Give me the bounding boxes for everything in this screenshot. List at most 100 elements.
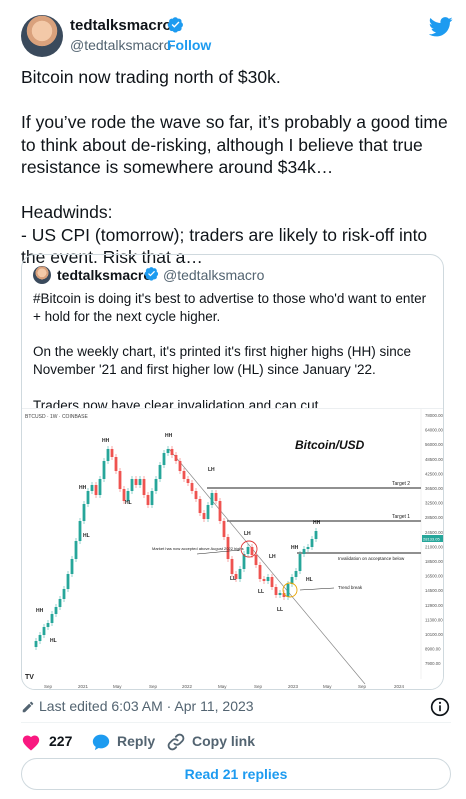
candle bbox=[250, 547, 254, 555]
quote-text: #Bitcoin is doing it's best to advertise… bbox=[33, 291, 427, 413]
pencil-icon bbox=[22, 701, 34, 713]
svg-text:HL: HL bbox=[50, 638, 57, 644]
chart-image[interactable]: BTCUSD · 1W · COINBASE Bitcoin/USD 78000… bbox=[22, 408, 444, 689]
twitter-bird-icon[interactable] bbox=[429, 17, 453, 37]
x-axis-ticks: Sep 2021 May Sep 2022 May Sep 2023 May Sep 2024 bbox=[44, 684, 405, 689]
reply-icon[interactable] bbox=[91, 733, 111, 751]
candle bbox=[286, 584, 290, 597]
candle bbox=[42, 627, 46, 635]
candle bbox=[82, 504, 86, 521]
candle bbox=[246, 547, 250, 554]
candle bbox=[182, 471, 186, 479]
divider bbox=[21, 722, 451, 723]
x-tick-label: 2021 bbox=[78, 684, 89, 689]
candle bbox=[38, 635, 42, 641]
x-tick-label: 2022 bbox=[182, 684, 193, 689]
candle bbox=[130, 479, 134, 491]
svg-text:HL: HL bbox=[306, 577, 313, 583]
like-count[interactable]: 227 bbox=[49, 733, 72, 749]
candle bbox=[194, 491, 198, 499]
candle bbox=[266, 577, 270, 581]
y-tick-label: 78000.00 bbox=[425, 413, 444, 418]
candle bbox=[110, 449, 114, 457]
candle bbox=[158, 465, 162, 479]
y-tick-label: 56000.00 bbox=[425, 442, 444, 447]
target-1-label: Target 1 bbox=[392, 514, 410, 520]
x-tick-label: May bbox=[323, 684, 332, 689]
candle bbox=[54, 607, 58, 614]
x-tick-label: Sep bbox=[254, 684, 263, 689]
reply-button[interactable]: Reply bbox=[117, 733, 155, 749]
copy-link-button[interactable]: Copy link bbox=[192, 733, 255, 749]
y-tick-label: 36500.00 bbox=[425, 486, 444, 491]
candle bbox=[218, 501, 222, 521]
candle bbox=[166, 449, 170, 453]
y-tick-label: 24500.00 bbox=[425, 530, 444, 535]
candle bbox=[258, 565, 262, 579]
x-tick-label: May bbox=[218, 684, 227, 689]
invalidation-label: Invalidation on acceptance below bbox=[338, 556, 405, 561]
y-tick-label: 21000.00 bbox=[425, 544, 444, 549]
svg-text:LH: LH bbox=[244, 531, 251, 537]
author-avatar[interactable] bbox=[21, 15, 63, 57]
tweet-text: Bitcoin now trading north of $30k. If yo… bbox=[21, 67, 448, 267]
follow-button[interactable]: Follow bbox=[167, 37, 211, 53]
candle bbox=[222, 521, 226, 537]
svg-text:LL: LL bbox=[258, 589, 264, 595]
price-tag-label: 28133.05 bbox=[423, 537, 440, 542]
quote-avatar bbox=[33, 266, 51, 284]
candle bbox=[154, 479, 158, 491]
svg-text:HH: HH bbox=[291, 545, 299, 551]
candle bbox=[170, 449, 174, 455]
y-tick-label: 64000.00 bbox=[425, 428, 444, 433]
candle bbox=[46, 623, 50, 627]
candle bbox=[270, 577, 274, 587]
candle bbox=[138, 479, 142, 485]
edited-timestamp[interactable]: Last edited 6:03 AM · Apr 11, 2023 bbox=[39, 698, 254, 714]
candle bbox=[78, 521, 82, 541]
candle bbox=[146, 495, 150, 505]
candle bbox=[142, 479, 146, 495]
svg-text:LL: LL bbox=[277, 607, 283, 613]
candle bbox=[198, 499, 202, 513]
trend-break-label: Trend break bbox=[338, 585, 363, 590]
candle bbox=[210, 493, 214, 505]
x-tick-label: 2023 bbox=[288, 684, 299, 689]
link-icon[interactable] bbox=[166, 732, 186, 752]
candle bbox=[262, 579, 266, 581]
svg-text:HH: HH bbox=[313, 520, 321, 526]
candle bbox=[98, 479, 102, 495]
candle bbox=[294, 571, 298, 577]
y-tick-label: 10100.00 bbox=[425, 632, 444, 637]
read-replies-button[interactable]: Read 21 replies bbox=[21, 758, 451, 790]
svg-text:HL: HL bbox=[83, 533, 90, 539]
x-tick-label: Sep bbox=[358, 684, 367, 689]
heart-icon[interactable] bbox=[21, 733, 41, 751]
separator-dot: · bbox=[157, 37, 162, 53]
y-tick-label: 7900.00 bbox=[425, 661, 441, 666]
candle bbox=[186, 479, 190, 483]
candle bbox=[238, 569, 242, 579]
trend-break-circle bbox=[282, 582, 298, 598]
candle bbox=[118, 471, 122, 489]
tradingview-logo: TV bbox=[25, 674, 34, 681]
y-tick-label: 8900.00 bbox=[425, 647, 441, 652]
candle bbox=[150, 491, 154, 505]
info-icon[interactable] bbox=[430, 697, 450, 717]
trend-line bbox=[168, 448, 366, 685]
candle bbox=[50, 614, 54, 623]
candle bbox=[214, 493, 218, 501]
candle bbox=[102, 461, 106, 479]
candle bbox=[90, 485, 94, 491]
accepted-note: Market has now accepted above August 202… bbox=[152, 546, 244, 551]
y-tick-label: 42500.00 bbox=[425, 471, 444, 476]
candle bbox=[94, 485, 98, 495]
svg-text:HH: HH bbox=[102, 438, 110, 444]
author-name[interactable]: tedtalksmacro bbox=[70, 17, 172, 34]
candle bbox=[62, 589, 66, 599]
y-tick-label: 32500.00 bbox=[425, 501, 444, 506]
quoted-tweet[interactable]: tedtalksmacro @tedtalksmacro #Bitcoin is… bbox=[21, 254, 444, 690]
candle bbox=[34, 641, 38, 647]
candle bbox=[114, 457, 118, 471]
chart-symbol: BTCUSD · 1W · COINBASE bbox=[25, 414, 88, 420]
